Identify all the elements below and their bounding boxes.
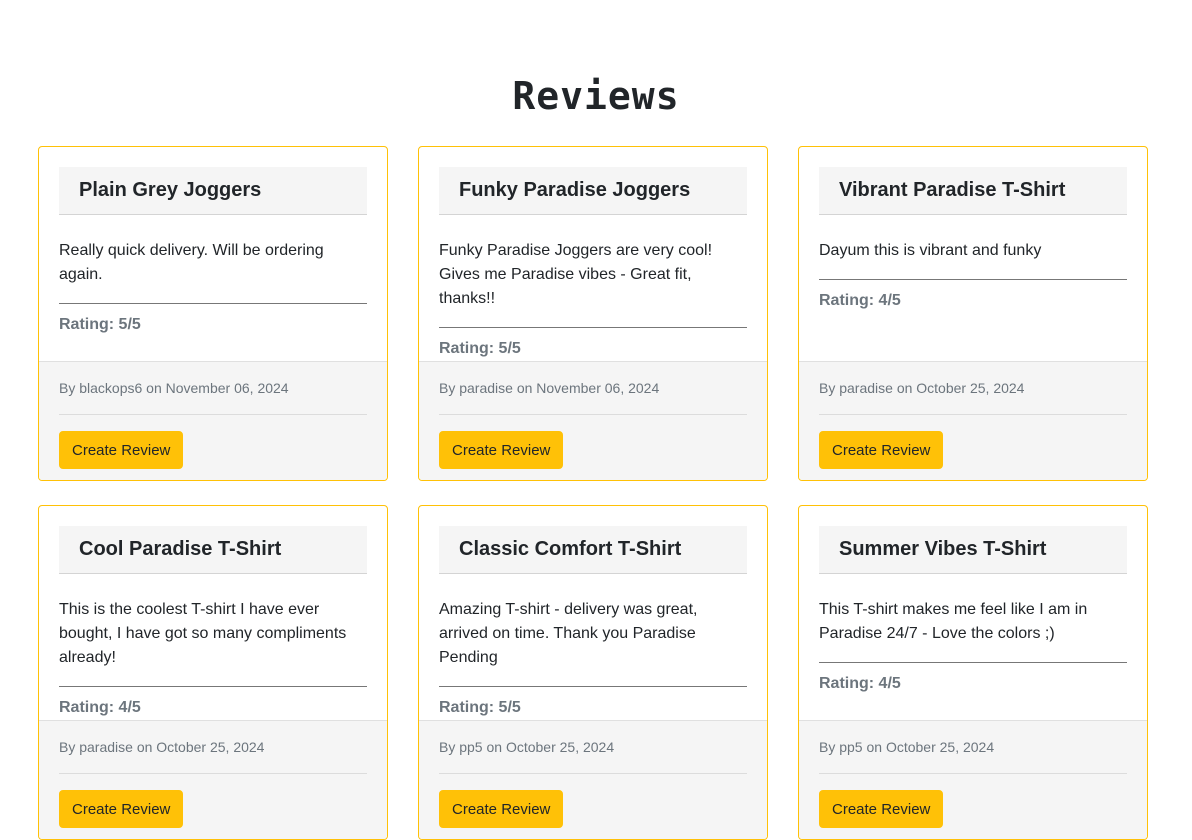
create-review-button[interactable]: Create Review (59, 431, 184, 469)
review-product-name: Classic Comfort T-Shirt (439, 526, 747, 574)
review-product-name: Funky Paradise Joggers (439, 167, 747, 215)
review-author-date: By pp5 on October 25, 2024 (439, 721, 747, 774)
divider (819, 279, 1127, 280)
review-text: This is the coolest T-shirt I have ever … (59, 601, 347, 666)
review-author-date: By paradise on October 25, 2024 (59, 721, 367, 774)
review-card: Plain Grey Joggers Really quick delivery… (38, 146, 388, 481)
review-product-name: Summer Vibes T-Shirt (819, 526, 1127, 574)
review-rating: Rating: 5/5 (59, 316, 141, 333)
review-card-body: Cool Paradise T-Shirt This is the cooles… (39, 506, 387, 720)
review-card-footer: By pp5 on October 25, 2024 Create Review (799, 720, 1147, 839)
review-text: Really quick delivery. Will be ordering … (59, 242, 324, 283)
review-card: Funky Paradise Joggers Funky Paradise Jo… (418, 146, 768, 481)
review-card: Cool Paradise T-Shirt This is the cooles… (38, 505, 388, 840)
review-text: Amazing T-shirt - delivery was great, ar… (439, 601, 698, 666)
review-author-date: By paradise on October 25, 2024 (819, 362, 1127, 415)
create-review-button[interactable]: Create Review (59, 790, 184, 828)
review-text: Dayum this is vibrant and funky (819, 242, 1042, 259)
page-title: Reviews (512, 74, 680, 118)
review-author-date: By pp5 on October 25, 2024 (819, 721, 1127, 774)
create-review-button[interactable]: Create Review (819, 431, 944, 469)
create-review-button[interactable]: Create Review (819, 790, 944, 828)
review-card-body: Plain Grey Joggers Really quick delivery… (39, 147, 387, 361)
review-text: This T-shirt makes me feel like I am in … (819, 601, 1088, 642)
divider (59, 686, 367, 687)
review-card-footer: By paradise on October 25, 2024 Create R… (799, 361, 1147, 480)
review-card-body: Vibrant Paradise T-Shirt Dayum this is v… (799, 147, 1147, 361)
review-rating: Rating: 5/5 (439, 699, 521, 716)
review-product-name: Cool Paradise T-Shirt (59, 526, 367, 574)
reviews-grid: Plain Grey Joggers Really quick delivery… (38, 146, 1148, 840)
review-card: Classic Comfort T-Shirt Amazing T-shirt … (418, 505, 768, 840)
review-rating: Rating: 5/5 (439, 340, 521, 357)
review-product-name: Vibrant Paradise T-Shirt (819, 167, 1127, 215)
divider (439, 327, 747, 328)
review-card-footer: By pp5 on October 25, 2024 Create Review (419, 720, 767, 839)
review-rating: Rating: 4/5 (819, 292, 901, 309)
review-author-date: By paradise on November 06, 2024 (439, 362, 747, 415)
review-card-footer: By blackops6 on November 06, 2024 Create… (39, 361, 387, 480)
review-card-body: Funky Paradise Joggers Funky Paradise Jo… (419, 147, 767, 361)
divider (819, 662, 1127, 663)
divider (59, 303, 367, 304)
review-text: Funky Paradise Joggers are very cool! Gi… (439, 242, 713, 307)
review-author-date: By blackops6 on November 06, 2024 (59, 362, 367, 415)
review-card-footer: By paradise on October 25, 2024 Create R… (39, 720, 387, 839)
review-rating: Rating: 4/5 (819, 675, 901, 692)
create-review-button[interactable]: Create Review (439, 431, 564, 469)
review-card: Vibrant Paradise T-Shirt Dayum this is v… (798, 146, 1148, 481)
review-card: Summer Vibes T-Shirt This T-shirt makes … (798, 505, 1148, 840)
create-review-button[interactable]: Create Review (439, 790, 564, 828)
review-card-body: Summer Vibes T-Shirt This T-shirt makes … (799, 506, 1147, 720)
review-card-footer: By paradise on November 06, 2024 Create … (419, 361, 767, 480)
divider (439, 686, 747, 687)
review-product-name: Plain Grey Joggers (59, 167, 367, 215)
review-rating: Rating: 4/5 (59, 699, 141, 716)
review-card-body: Classic Comfort T-Shirt Amazing T-shirt … (419, 506, 767, 720)
